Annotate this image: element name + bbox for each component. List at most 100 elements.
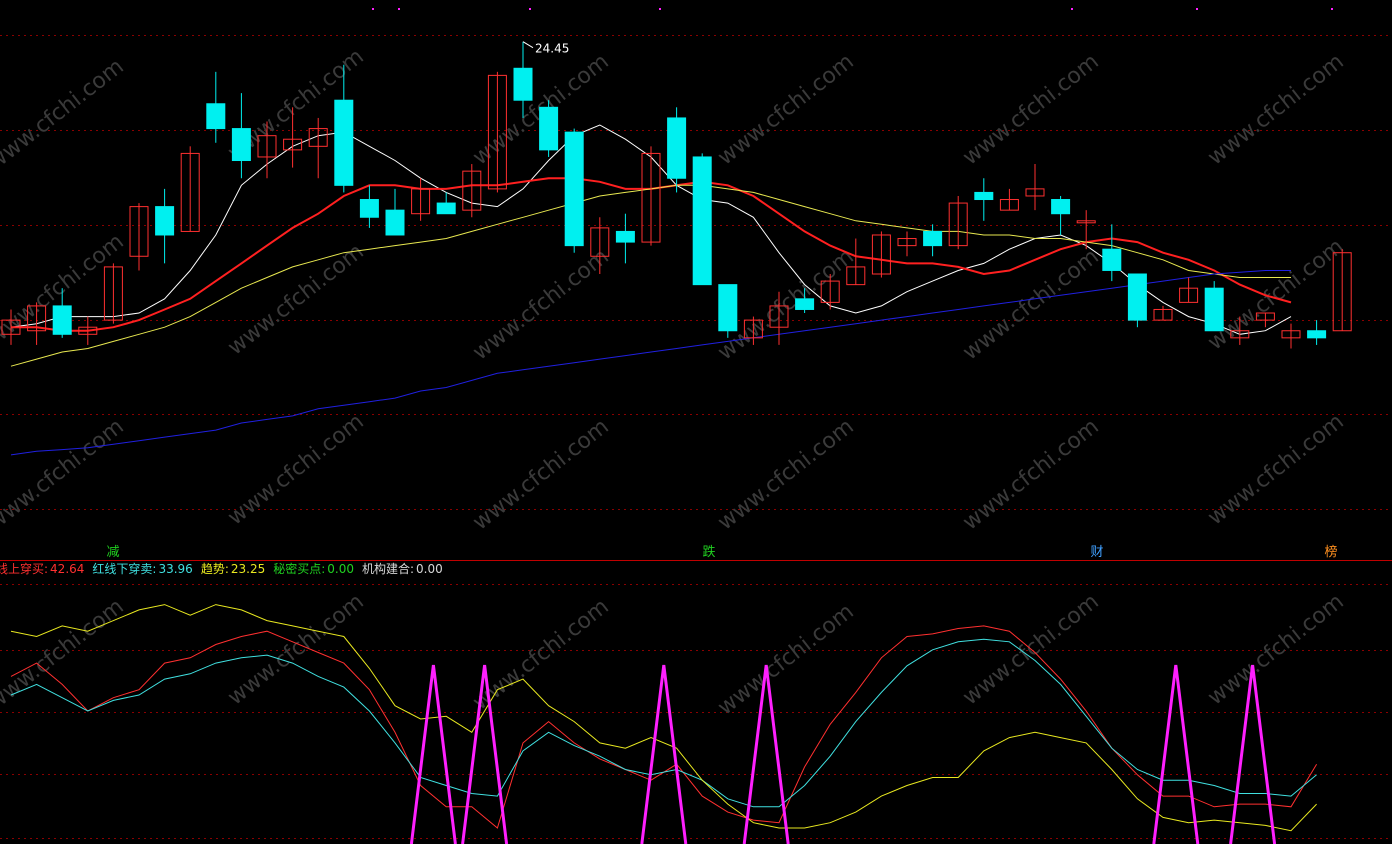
- indicator-line: [10, 638, 1317, 808]
- candle-body: [385, 209, 405, 236]
- candle-up: [462, 164, 482, 218]
- top-marker: [398, 8, 400, 10]
- candle-down: [1051, 195, 1071, 235]
- signal-labels: 减跌财榜: [106, 544, 1337, 560]
- candle-down: [539, 100, 559, 157]
- watermark-text: www.cfchi.com: [223, 589, 368, 710]
- candle-down: [1204, 281, 1224, 332]
- buy-spike: [409, 664, 457, 844]
- top-markers: [372, 8, 1333, 10]
- candle-down: [1102, 224, 1122, 282]
- top-marker: [1071, 8, 1073, 10]
- buy-spike: [640, 664, 688, 844]
- watermark-text: www.cfchi.com: [958, 589, 1103, 710]
- peak-annotation: 24.45: [522, 41, 569, 56]
- watermark-text: www.cfchi.com: [713, 49, 858, 170]
- candle-down: [615, 213, 635, 264]
- candle-body: [334, 99, 354, 186]
- candle-body: [1102, 248, 1122, 271]
- candle-up: [1179, 277, 1199, 303]
- candle-up: [948, 195, 968, 250]
- candle-down: [155, 188, 175, 264]
- legend-value: 0.00: [327, 562, 354, 576]
- candle-body: [692, 156, 712, 286]
- indicator-legend: 线上穿买: 42.64 红线下穿卖: 33.96 趋势: 23.25 秘密买点: 0.00 机构…: [0, 561, 443, 576]
- top-marker: [529, 8, 531, 10]
- candle-body: [1307, 330, 1327, 339]
- candle-down: [974, 178, 994, 221]
- signal-label: 榜: [1324, 544, 1337, 560]
- candle-down: [667, 107, 687, 193]
- watermark-text: www.cfchi.com: [1203, 409, 1348, 530]
- watermark-text: www.cfchi.com: [1203, 589, 1348, 710]
- candle-body: [359, 199, 379, 218]
- legend-value: 33.96: [158, 562, 192, 576]
- candle-up: [129, 203, 149, 271]
- indicator-line: [10, 604, 1317, 832]
- watermark-text: www.cfchi.com: [958, 49, 1103, 170]
- signal-label: 减: [106, 545, 119, 560]
- peak-tick: [522, 41, 534, 49]
- candle-body: [206, 103, 226, 130]
- candle-down: [718, 284, 738, 338]
- watermark-text: www.cfchi.com: [958, 414, 1103, 535]
- candle-up: [180, 146, 200, 232]
- top-marker: [659, 8, 661, 10]
- legend-value: 0.00: [416, 562, 443, 576]
- candle-down: [692, 153, 712, 286]
- candle-up: [897, 231, 917, 257]
- candle-down: [231, 93, 251, 179]
- top-marker: [1196, 8, 1198, 10]
- candle-down: [564, 128, 584, 253]
- watermark-text: www.cfchi.com: [713, 599, 858, 720]
- peak-label: 24.45: [535, 42, 569, 56]
- candle-down: [1127, 273, 1147, 328]
- candle-up: [999, 188, 1019, 211]
- candle-body: [667, 117, 687, 179]
- candle-body: [231, 128, 251, 162]
- legend-value: 23.25: [231, 562, 265, 576]
- legend-label: 红线下穿卖:: [92, 561, 156, 576]
- candle-up: [1153, 305, 1173, 321]
- candle-up: [308, 117, 328, 179]
- candle-body: [155, 206, 175, 236]
- candle-up: [641, 146, 661, 246]
- candle-body: [615, 230, 635, 243]
- indicator-line: [10, 625, 1318, 829]
- candle-down: [1307, 320, 1327, 345]
- watermark-text: www.cfchi.com: [0, 54, 129, 175]
- watermark-text: www.cfchi.com: [713, 414, 858, 535]
- legend-label: 趋势:: [201, 562, 229, 576]
- candle-body: [923, 230, 943, 247]
- signal-label: 跌: [702, 544, 715, 560]
- candle-body: [513, 67, 533, 101]
- candle-body: [436, 202, 456, 215]
- watermark-text: www.cfchi.com: [223, 239, 368, 360]
- legend-label: 秘密买点:: [273, 561, 325, 576]
- candle-up: [871, 231, 891, 278]
- candle-down: [436, 192, 456, 215]
- legend-value: 42.64: [50, 562, 84, 576]
- candle-body: [539, 106, 559, 151]
- legend-label: 机构建合:: [362, 561, 414, 576]
- candle-down: [923, 224, 943, 257]
- watermark-text: www.cfchi.com: [223, 409, 368, 530]
- candle-body: [795, 298, 815, 310]
- moving-average-line: [10, 270, 1291, 456]
- watermark-text: www.cfchi.com: [468, 414, 613, 535]
- indicator-lines: [10, 604, 1318, 832]
- candle-body: [52, 305, 72, 335]
- watermark-text: www.cfchi.com: [1203, 49, 1348, 170]
- candle-body: [1204, 287, 1224, 332]
- candle-down: [359, 185, 379, 228]
- candle-body: [564, 131, 584, 247]
- watermark-text: www.cfchi.com: [0, 594, 129, 715]
- candle-up: [411, 178, 431, 221]
- top-marker: [1331, 8, 1333, 10]
- watermark-text: www.cfchi.com: [1203, 234, 1348, 355]
- signal-label: 财: [1090, 545, 1103, 560]
- legend-text: 线上穿买: 42.64 红线下穿卖: 33.96 趋势: 23.25 秘密买点: 0.00 机构…: [0, 561, 443, 576]
- candle-body: [1127, 273, 1147, 321]
- candle-down: [385, 188, 405, 236]
- candle-body: [1051, 199, 1071, 215]
